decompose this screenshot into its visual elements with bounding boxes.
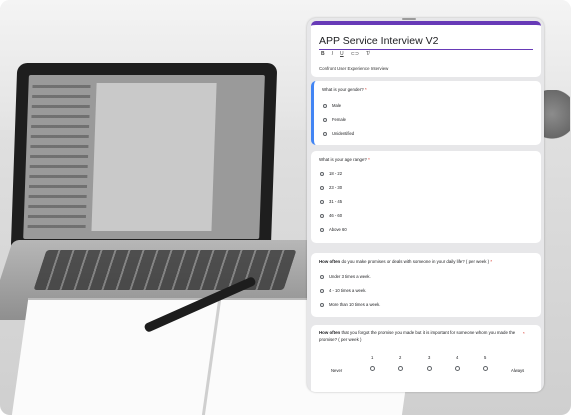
radio-option-23-30[interactable]: 23 - 30: [320, 185, 342, 190]
radio-icon[interactable]: [320, 171, 324, 176]
required-star: *: [490, 259, 493, 264]
radio-icon[interactable]: [320, 302, 324, 307]
scale-label-2: 2: [399, 355, 402, 360]
form-title[interactable]: APP Service Interview V2: [319, 35, 438, 47]
question-title: What is your age range? *: [319, 157, 370, 162]
scale-label-4: 4: [456, 355, 459, 360]
radio-option-above-60[interactable]: Above 60: [320, 227, 347, 232]
question-title: What is your gender? *: [322, 87, 367, 92]
panel-handle: [402, 18, 416, 20]
scale-label-1: 1: [371, 355, 374, 360]
radio-option-31-45[interactable]: 31 - 45: [320, 199, 342, 204]
title-underline: [319, 49, 533, 50]
radio-option-female[interactable]: Female: [323, 117, 346, 122]
radio-icon[interactable]: [320, 185, 324, 190]
question-card-forgot-promise[interactable]: How often that you forgot the promise yo…: [311, 325, 541, 392]
italic-icon[interactable]: I: [332, 51, 333, 57]
radio-icon[interactable]: [320, 199, 324, 204]
link-icon[interactable]: ⊂⊃: [351, 51, 359, 57]
laptop-screen: [10, 63, 278, 253]
required-star: *: [364, 87, 367, 92]
scale-low-label: Never: [331, 368, 343, 373]
plant: [540, 90, 570, 150]
scale-label-5: 5: [484, 355, 487, 360]
bold-icon[interactable]: B: [321, 51, 325, 57]
form-panel: APP Service Interview V2 B I U ⊂⊃ T̸ Con…: [307, 18, 544, 392]
radio-icon[interactable]: [320, 227, 324, 232]
radio-option-under-3[interactable]: Under 3 times a week.: [320, 274, 371, 279]
scale-radio-5[interactable]: [483, 366, 488, 371]
radio-icon[interactable]: [320, 288, 324, 293]
radio-icon[interactable]: [320, 213, 324, 218]
radio-icon[interactable]: [323, 117, 327, 122]
radio-icon[interactable]: [320, 274, 324, 279]
required-star: *: [368, 157, 370, 162]
question-title: How often do you make promises or deals …: [319, 259, 493, 264]
scale-radio-3[interactable]: [427, 366, 432, 371]
scale-label-3: 3: [428, 355, 431, 360]
scale-radio-1[interactable]: [370, 366, 375, 371]
radio-option-4-10[interactable]: 4 - 10 times a week.: [320, 288, 366, 293]
scale-radio-2[interactable]: [398, 366, 403, 371]
question-card-gender[interactable]: What is your gender? * Male Female Unide…: [311, 81, 541, 145]
scale-high-label: Always: [511, 368, 525, 373]
question-card-age[interactable]: What is your age range? * 18 - 22 23 - 3…: [311, 151, 541, 243]
form-description[interactable]: Confront User Experience Interview: [319, 66, 388, 71]
clear-format-icon[interactable]: T̸: [366, 51, 369, 57]
form-header-card: APP Service Interview V2 B I U ⊂⊃ T̸ Con…: [311, 21, 541, 77]
radio-option-male[interactable]: Male: [323, 103, 341, 108]
radio-icon[interactable]: [323, 103, 327, 108]
underline-icon[interactable]: U: [340, 51, 344, 57]
required-star: *: [523, 331, 525, 336]
laptop-keyboard: [33, 250, 297, 290]
question-card-promises[interactable]: How often do you make promises or deals …: [311, 253, 541, 317]
radio-option-46-60[interactable]: 46 - 60: [320, 213, 342, 218]
radio-option-18-22[interactable]: 18 - 22: [320, 171, 342, 176]
radio-icon[interactable]: [323, 131, 327, 136]
radio-option-more-than-10[interactable]: More than 10 times a week.: [320, 302, 380, 307]
radio-option-unidentified[interactable]: Unidentified: [323, 131, 354, 136]
scale-radio-4[interactable]: [455, 366, 460, 371]
question-title: How often that you forgot the promise yo…: [319, 330, 516, 342]
format-toolbar: B I U ⊂⊃ T̸: [321, 51, 369, 57]
